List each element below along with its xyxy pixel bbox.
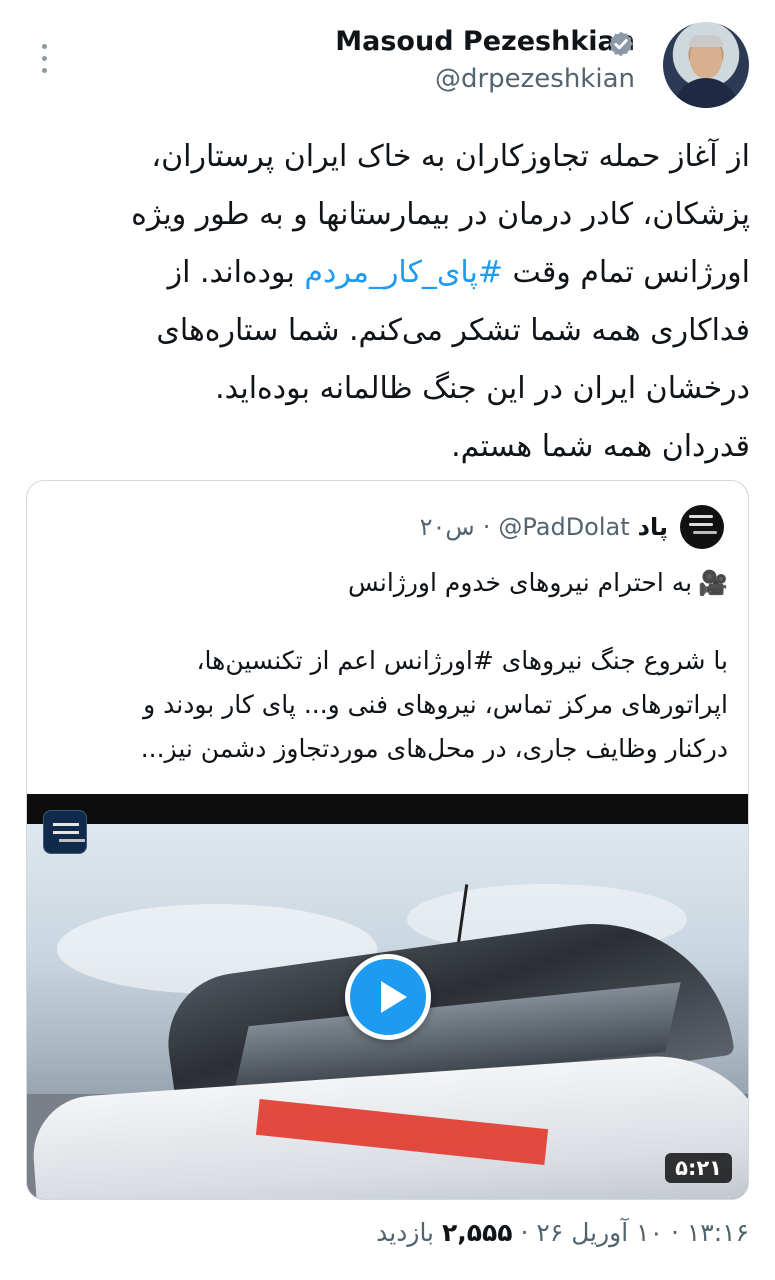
quoted-tweet-header: پاد @PadDolat · ۲۰س	[420, 505, 668, 549]
tweet-line-part: اورژانس تمام وقت	[502, 255, 751, 290]
quoted-tweet-card[interactable]: پاد @PadDolat · ۲۰س 🎥به احترام نیروهای خ…	[26, 480, 749, 1200]
views-label: بازدید	[376, 1218, 435, 1247]
tweet-line: درخشان ایران در این جنگ ظالمانه بوده‌اید…	[215, 371, 750, 406]
channel-logo-icon	[43, 810, 87, 854]
tweet-line: اورژانس تمام وقت #پای_کار_مردم بوده‌اند.…	[28, 244, 750, 302]
tweet-text: از آغاز حمله تجاوزکاران به خاک ایران پرس…	[28, 128, 750, 476]
hashtag-link[interactable]: #پای_کار_مردم	[304, 255, 503, 290]
author-avatar[interactable]	[663, 22, 749, 108]
verified-badge-icon	[609, 31, 633, 57]
author-handle[interactable]: @drpezeshkian	[435, 64, 635, 94]
tweet-line: قدردان همه شما هستم.	[451, 429, 750, 464]
quoted-line: با شروع جنگ نیروهای #اورژانس اعم از تکنس…	[196, 646, 728, 675]
quoted-tweet-body: با شروع جنگ نیروهای #اورژانس اعم از تکنس…	[48, 639, 728, 771]
tweet-line: از آغاز حمله تجاوزکاران به خاک ایران پرس…	[151, 139, 750, 174]
more-options-icon[interactable]	[30, 38, 58, 78]
play-button[interactable]	[345, 954, 431, 1040]
quoted-author-name[interactable]: پاد	[638, 513, 668, 541]
video-camera-icon: 🎥	[698, 569, 728, 597]
quoted-tweet-time: ۲۰س	[419, 513, 475, 541]
tweet-line: فداکاری همه شما تشکر می‌کنم. شما ستاره‌ه…	[156, 313, 750, 348]
separator-dot: ·	[670, 1218, 679, 1247]
video-letterbox	[27, 794, 748, 824]
separator-dot: ·	[520, 1218, 529, 1247]
tweet-line: پزشکان، کادر درمان در بیمارستانها و به ط…	[131, 197, 750, 232]
tweet-date[interactable]: ۱۰ آوریل ۲۶	[536, 1218, 663, 1247]
author-name[interactable]: Masoud Pezeshkian	[335, 26, 635, 57]
quoted-line: درکنار وظایف جاری، در محل‌های موردتجاوز …	[140, 734, 728, 763]
quoted-line: اپراتورهای مرکز تماس، نیروهای فنی و... پ…	[143, 690, 728, 719]
tweet-detail-page: Masoud Pezeshkian @drpezeshkian از آغاز …	[0, 0, 775, 1280]
play-icon	[381, 981, 407, 1013]
quoted-author-avatar[interactable]	[680, 505, 724, 549]
quoted-tweet-title: 🎥به احترام نیروهای خدوم اورژانس	[48, 563, 728, 603]
separator-dot: ·	[482, 513, 491, 541]
quoted-title-text: به احترام نیروهای خدوم اورژانس	[347, 568, 693, 597]
tweet-time[interactable]: ۱۳:۱۶	[687, 1218, 749, 1247]
video-player[interactable]: ۵:۲۱	[27, 794, 748, 1199]
video-duration: ۵:۲۱	[665, 1153, 732, 1183]
tweet-meta: ۱۳:۱۶ · ۱۰ آوریل ۲۶ · ۲,۵۵۵ بازدید	[376, 1218, 749, 1247]
views-count: ۲,۵۵۵	[441, 1218, 513, 1247]
tweet-line-part: بوده‌اند. از	[167, 255, 305, 290]
quoted-author-handle[interactable]: @PadDolat	[498, 513, 629, 541]
